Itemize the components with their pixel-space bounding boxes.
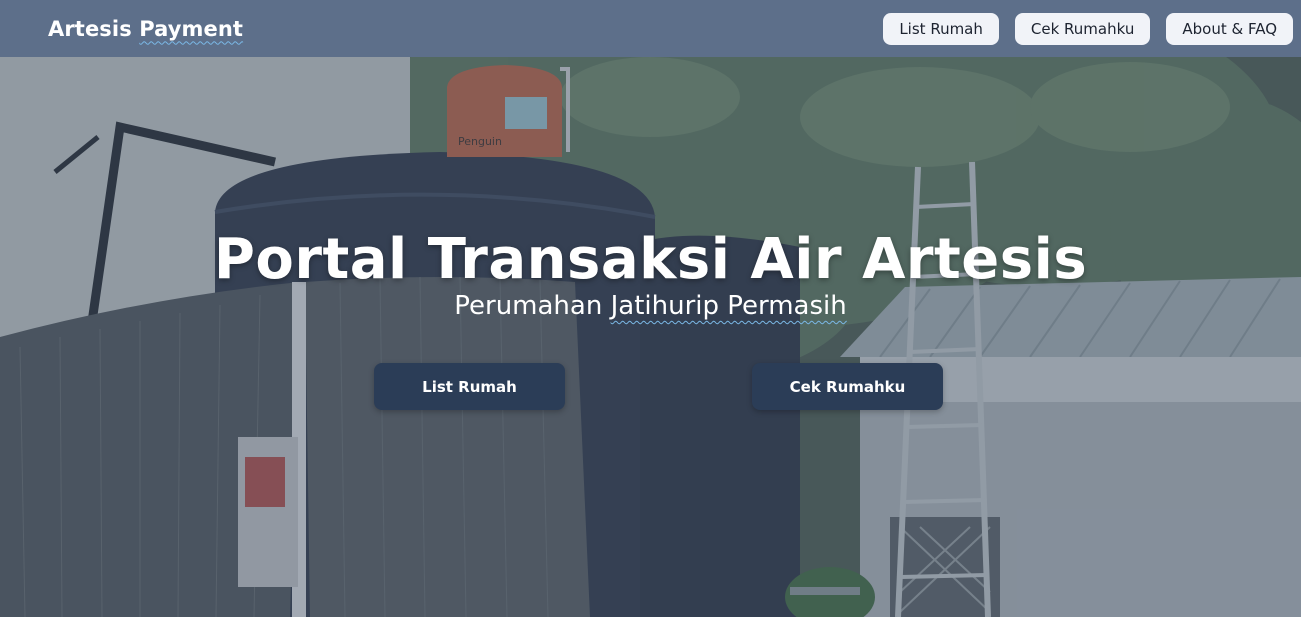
- hero-subtitle-word-1: Perumahan: [454, 291, 603, 321]
- hero-list-rumah-button[interactable]: List Rumah: [374, 363, 565, 410]
- nav-about-faq-button[interactable]: About & FAQ: [1166, 12, 1293, 45]
- nav-cek-rumahku-button[interactable]: Cek Rumahku: [1014, 12, 1151, 45]
- brand-logo-text[interactable]: Artesis Payment: [48, 17, 243, 41]
- hero-subtitle-location: Jatihurip Permasih: [610, 291, 847, 321]
- nav-list-rumah-button[interactable]: List Rumah: [883, 12, 999, 45]
- brand-word-1: Artesis: [48, 16, 132, 41]
- hero-cek-rumahku-button[interactable]: Cek Rumahku: [752, 363, 943, 410]
- brand-word-2: Payment: [139, 16, 244, 41]
- navbar: Artesis Payment List Rumah Cek Rumahku A…: [0, 0, 1301, 57]
- hero-overlay: [0, 57, 1301, 617]
- nav-links: List Rumah Cek Rumahku About & FAQ: [883, 12, 1293, 45]
- hero-title: Portal Transaksi Air Artesis: [213, 227, 1088, 292]
- hero-section: Penguin Portal Transaksi Air Artesis Per…: [0, 57, 1301, 617]
- hero-subtitle: Perumahan Jatihurip Permasih: [0, 291, 1301, 321]
